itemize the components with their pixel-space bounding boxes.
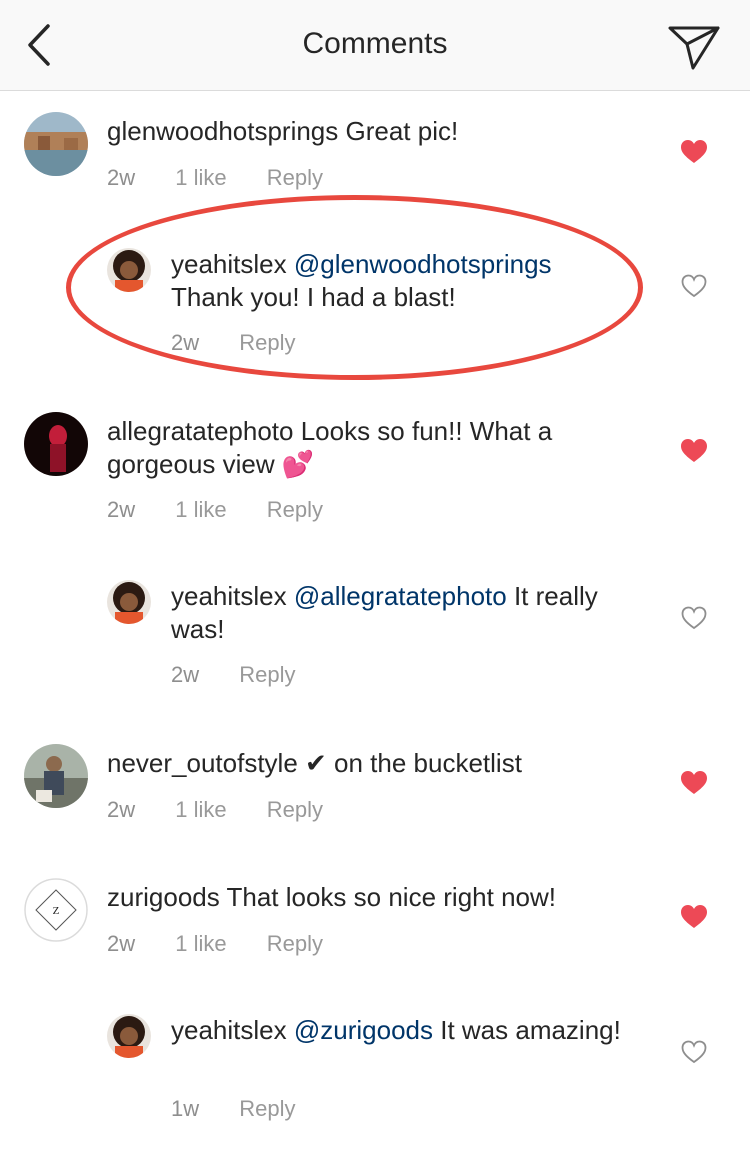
- heart-filled-icon[interactable]: [681, 771, 707, 795]
- reply-meta: 1w Reply: [171, 1096, 330, 1122]
- reply-button[interactable]: Reply: [267, 497, 323, 522]
- reply-item: yeahitslex @allegratatephoto It really w…: [0, 578, 750, 698]
- avatar[interactable]: [107, 1014, 151, 1058]
- avatar[interactable]: [24, 412, 88, 476]
- comment-likes[interactable]: 1 like: [175, 797, 226, 822]
- reply-time: 1w: [171, 1096, 200, 1121]
- comment-item: never_outofstyle ✔︎ on the bucketlist 2w…: [0, 744, 750, 834]
- highlight-circle: [66, 195, 643, 380]
- reply-meta: 2w Reply: [171, 662, 330, 688]
- comment-likes[interactable]: 1 like: [175, 931, 226, 956]
- avatar[interactable]: [107, 580, 151, 624]
- reply-username[interactable]: yeahitslex: [171, 1015, 287, 1045]
- comment-body: Great pic!: [338, 116, 459, 146]
- comment-text: glenwoodhotsprings Great pic!: [107, 115, 652, 148]
- reply-body: It was amazing!: [433, 1015, 621, 1045]
- comment-time: 2w: [107, 497, 136, 522]
- reply-time: 2w: [171, 662, 200, 687]
- reply-button[interactable]: Reply: [239, 1096, 295, 1121]
- comments-header: Comments: [0, 0, 750, 91]
- comment-body: That looks so nice right now!: [219, 882, 556, 912]
- comment-username[interactable]: allegratatephoto: [107, 416, 293, 446]
- comment-time: 2w: [107, 797, 136, 822]
- reply-button[interactable]: Reply: [267, 797, 323, 822]
- reply-username[interactable]: yeahitslex: [171, 581, 287, 611]
- reply-item: yeahitslex @zurigoods It was amazing! 1w…: [0, 1012, 750, 1132]
- share-button[interactable]: [664, 22, 724, 72]
- comment-likes[interactable]: 1 like: [175, 497, 226, 522]
- comment-meta: 2w 1 like Reply: [107, 797, 357, 823]
- comment-item: glenwoodhotsprings Great pic! 2w 1 like …: [0, 112, 750, 202]
- comment-text: zurigoods That looks so nice right now!: [107, 881, 652, 914]
- reply-button[interactable]: Reply: [267, 165, 323, 190]
- comment-item: Z zurigoods That looks so nice right now…: [0, 878, 750, 968]
- comment-likes[interactable]: 1 like: [175, 165, 226, 190]
- heart-outline-icon[interactable]: [681, 274, 707, 298]
- mention-link[interactable]: @allegratatephoto: [294, 581, 507, 611]
- heart-outline-icon[interactable]: [681, 606, 707, 630]
- heart-outline-icon[interactable]: [681, 1040, 707, 1064]
- comment-text: never_outofstyle ✔︎ on the bucketlist: [107, 747, 652, 780]
- heart-filled-icon[interactable]: [681, 140, 707, 164]
- avatar[interactable]: Z: [24, 878, 88, 942]
- heart-filled-icon[interactable]: [681, 439, 707, 463]
- comment-username[interactable]: zurigoods: [107, 882, 220, 912]
- avatar[interactable]: [24, 744, 88, 808]
- avatar[interactable]: [24, 112, 88, 176]
- svg-text:Z: Z: [53, 905, 60, 917]
- reply-button[interactable]: Reply: [267, 931, 323, 956]
- comment-meta: 2w 1 like Reply: [107, 165, 357, 191]
- comment-meta: 2w 1 like Reply: [107, 497, 357, 523]
- page-title: Comments: [302, 27, 448, 60]
- comment-time: 2w: [107, 165, 136, 190]
- comment-time: 2w: [107, 931, 136, 956]
- comment-username[interactable]: never_outofstyle: [107, 748, 298, 778]
- reply-button[interactable]: Reply: [239, 662, 295, 687]
- mention-link[interactable]: @zurigoods: [294, 1015, 433, 1045]
- comment-username[interactable]: glenwoodhotsprings: [107, 116, 338, 146]
- paper-plane-icon: [668, 26, 720, 70]
- comment-item: allegratatephoto Looks so fun!! What a g…: [0, 412, 750, 532]
- reply-text: yeahitslex @allegratatephoto It really w…: [171, 580, 651, 646]
- comment-body: ✔︎ on the bucketlist: [297, 748, 522, 778]
- heart-filled-icon[interactable]: [681, 905, 707, 929]
- comment-text: allegratatephoto Looks so fun!! What a g…: [107, 415, 652, 481]
- reply-text: yeahitslex @zurigoods It was amazing!: [171, 1014, 651, 1047]
- comment-meta: 2w 1 like Reply: [107, 931, 357, 957]
